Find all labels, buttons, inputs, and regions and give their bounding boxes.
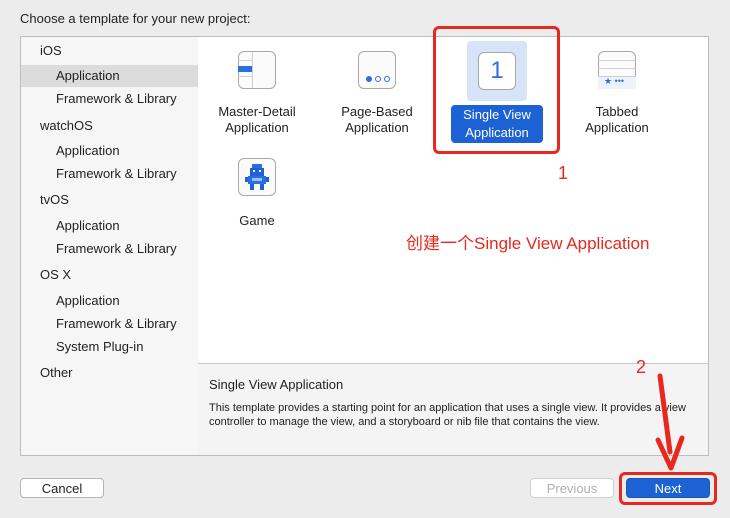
description-body: This template provides a starting point …: [209, 402, 686, 428]
sidebar-item-tvos-application[interactable]: Application: [56, 218, 120, 233]
template-label: Application: [345, 120, 409, 135]
sidebar-item-watchos-framework[interactable]: Framework & Library: [56, 166, 177, 181]
template-label: Application: [585, 120, 649, 135]
sidebar-item-watchos-application[interactable]: Application: [56, 143, 120, 158]
previous-button[interactable]: Previous: [530, 478, 614, 498]
template-master-detail[interactable]: Master-Detail Application: [202, 50, 312, 136]
template-label: Game: [239, 213, 275, 228]
sidebar-item-osx-framework[interactable]: Framework & Library: [56, 316, 177, 331]
master-detail-icon: [237, 50, 277, 90]
sidebar-item-ios-application[interactable]: Application: [56, 68, 120, 83]
template-label: Tabbed: [595, 104, 639, 119]
annotation-arrow-icon: [655, 373, 685, 471]
dialog-header: Choose a template for your new project:: [20, 11, 251, 26]
template-tabbed[interactable]: ★ ••• Tabbed Application: [562, 50, 672, 136]
sidebar-category-other[interactable]: Other: [40, 365, 73, 380]
sidebar-item-tvos-framework[interactable]: Framework & Library: [56, 241, 177, 256]
template-page-based[interactable]: Page-Based Application: [322, 50, 432, 136]
page-based-icon: [357, 50, 397, 90]
platform-sidebar: iOS Application Framework & Library watc…: [21, 37, 199, 455]
template-game[interactable]: Game: [202, 157, 312, 229]
sidebar-category-tvos[interactable]: tvOS: [40, 192, 69, 207]
template-label: Master-Detail: [218, 104, 296, 119]
sidebar-item-osx-application[interactable]: Application: [56, 293, 120, 308]
sidebar-category-osx[interactable]: OS X: [40, 267, 71, 282]
sidebar-category-ios[interactable]: iOS: [40, 43, 62, 58]
template-label: Application: [225, 120, 289, 135]
template-description: Single View Application This template pr…: [198, 364, 708, 455]
description-title: Single View Application: [209, 377, 344, 392]
sidebar-item-osx-plugin[interactable]: System Plug-in: [56, 339, 143, 354]
cancel-button[interactable]: Cancel: [20, 478, 104, 498]
tabbed-icon: ★ •••: [597, 50, 637, 90]
annotation-note: 创建一个Single View Application: [406, 234, 650, 253]
annotation-box-next: [619, 472, 717, 505]
annotation-box-single-view: [433, 26, 560, 154]
sidebar-category-watchos[interactable]: watchOS: [40, 118, 93, 133]
sidebar-item-ios-framework[interactable]: Framework & Library: [56, 91, 177, 106]
game-icon: [237, 157, 277, 197]
template-label: Page-Based: [341, 104, 413, 119]
annotation-step-1: 1: [558, 163, 569, 183]
